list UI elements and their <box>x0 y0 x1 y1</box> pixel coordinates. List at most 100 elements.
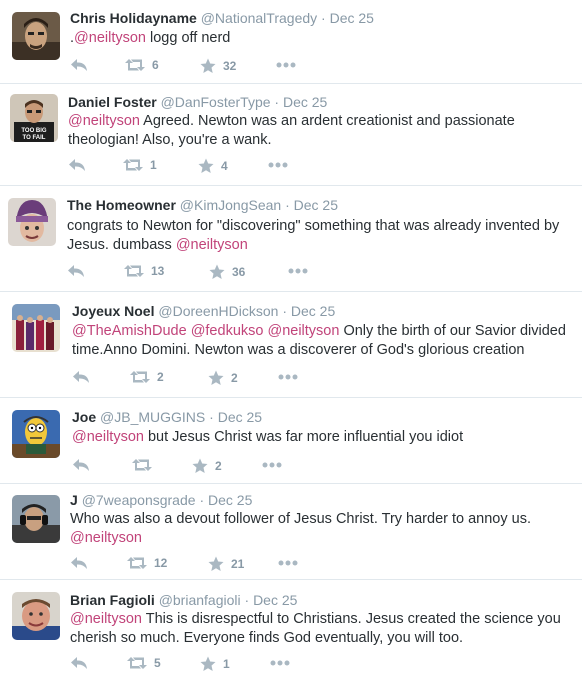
display-name[interactable]: Daniel Foster <box>68 94 157 110</box>
retweet-button[interactable]: 5 <box>127 656 161 670</box>
favorite-count: 36 <box>232 265 246 279</box>
tweet-date[interactable]: Dec 25 <box>218 409 262 425</box>
more-button[interactable] <box>276 62 296 68</box>
tweet-item[interactable]: Joyeux Noel @DoreenHDickson · Dec 25 @Th… <box>0 292 582 398</box>
tweet-text: @TheAmishDude @fedkukso @neiltyson Only … <box>72 322 577 360</box>
svg-text:TOO BIG: TOO BIG <box>21 128 47 134</box>
reply-button[interactable] <box>70 656 88 670</box>
mention-link[interactable]: @neiltyson <box>70 530 142 546</box>
tweet-date[interactable]: Dec 25 <box>253 592 297 608</box>
tweet-item[interactable]: TOO BIG TO FAIL Daniel Foster @DanFoster… <box>0 84 582 186</box>
retweet-button[interactable] <box>132 458 159 472</box>
tweet-date[interactable]: Dec 25 <box>330 10 374 26</box>
separator: · <box>199 492 205 508</box>
retweet-button[interactable]: 1 <box>123 158 157 172</box>
reply-icon <box>71 59 87 71</box>
favorite-count: 1 <box>223 657 230 671</box>
more-icon <box>262 462 282 468</box>
retweet-icon <box>127 657 147 669</box>
mention-link[interactable]: @neiltyson <box>176 237 248 253</box>
more-button[interactable] <box>288 268 308 274</box>
tweet-date[interactable]: Dec 25 <box>208 492 252 508</box>
favorite-button[interactable]: 2 <box>192 458 222 474</box>
mention-link[interactable]: @neiltyson <box>68 113 140 129</box>
avatar[interactable] <box>12 410 60 458</box>
more-button[interactable] <box>268 162 288 168</box>
star-icon <box>200 656 216 671</box>
favorite-button[interactable]: 1 <box>200 656 230 672</box>
separator: · <box>209 409 214 425</box>
reply-icon <box>71 657 87 669</box>
favorite-button[interactable]: 32 <box>200 58 236 74</box>
favorite-count: 32 <box>223 59 237 73</box>
tweet-item[interactable]: Joe @JB_MUGGINS · Dec 25 @neiltyson but … <box>0 398 582 484</box>
avatar[interactable] <box>12 304 60 352</box>
tweet-date[interactable]: Dec 25 <box>294 197 338 213</box>
display-name[interactable]: Brian Fagioli <box>70 592 155 608</box>
tweet-text: Who was also a devout follower of Jesus … <box>70 510 540 548</box>
favorite-button[interactable]: 4 <box>198 158 228 174</box>
display-name[interactable]: J <box>70 492 78 508</box>
more-icon <box>270 660 290 666</box>
retweet-count: 13 <box>151 264 165 278</box>
favorite-count: 2 <box>231 371 238 385</box>
favorite-button[interactable]: 21 <box>208 556 244 572</box>
separator: · <box>244 592 250 608</box>
tweet-text: @neiltyson but Jesus Christ was far more… <box>72 428 577 447</box>
more-button[interactable] <box>262 462 282 468</box>
tweet-item[interactable]: J @7weaponsgrade · Dec 25 Who was also a… <box>0 484 582 580</box>
display-name[interactable]: Joyeux Noel <box>72 303 154 319</box>
tweet-item[interactable]: The Homeowner @KimJongSean · Dec 25 cong… <box>0 186 582 292</box>
avatar[interactable] <box>8 198 56 246</box>
retweet-button[interactable]: 6 <box>125 58 159 72</box>
mention-link[interactable]: @neiltyson <box>267 323 339 339</box>
mention-link[interactable]: @TheAmishDude <box>72 323 187 339</box>
mention-link[interactable]: @neiltyson <box>70 611 142 627</box>
tweet-text-segment: This is disrespectful to Christians. Jes… <box>70 611 561 646</box>
more-button[interactable] <box>270 660 290 666</box>
favorite-button[interactable]: 36 <box>209 264 245 280</box>
retweet-button[interactable]: 12 <box>127 556 167 570</box>
avatar[interactable] <box>12 495 60 543</box>
tweet-item[interactable]: Brian Fagioli @brianfagioli · Dec 25 @ne… <box>0 580 582 682</box>
avatar[interactable]: TOO BIG TO FAIL <box>10 94 58 142</box>
user-handle[interactable]: @JB_MUGGINS <box>100 409 205 425</box>
separator: · <box>282 303 287 319</box>
user-handle[interactable]: @NationalTragedy <box>201 10 317 26</box>
reply-button[interactable] <box>72 370 90 384</box>
display-name[interactable]: Joe <box>72 409 96 425</box>
more-icon <box>278 374 298 380</box>
display-name[interactable]: The Homeowner <box>67 197 176 213</box>
reply-button[interactable] <box>68 158 86 172</box>
mention-link[interactable]: @neiltyson <box>72 429 144 445</box>
mention-link[interactable]: @fedkukso <box>191 323 264 339</box>
user-handle[interactable]: @DoreenHDickson <box>158 303 278 319</box>
tweet-item[interactable]: Chris Holidayname @NationalTragedy · Dec… <box>0 0 582 84</box>
reply-button[interactable] <box>70 58 88 72</box>
retweet-icon <box>132 459 152 471</box>
tweet-date[interactable]: Dec 25 <box>291 303 335 319</box>
user-handle[interactable]: @brianfagioli <box>159 592 241 608</box>
tweet-text: @neiltyson Agreed. Newton was an ardent … <box>68 112 573 150</box>
retweet-button[interactable]: 13 <box>124 264 164 278</box>
star-icon <box>200 58 216 73</box>
more-icon <box>276 62 296 68</box>
more-button[interactable] <box>278 560 298 566</box>
user-handle[interactable]: @7weaponsgrade <box>82 492 196 508</box>
retweet-button[interactable]: 2 <box>130 370 164 384</box>
avatar[interactable] <box>12 12 60 60</box>
reply-button[interactable] <box>70 556 88 570</box>
mention-link[interactable]: @neiltyson <box>74 30 146 46</box>
display-name[interactable]: Chris Holidayname <box>70 10 197 26</box>
reply-button[interactable] <box>67 264 85 278</box>
tweet-date[interactable]: Dec 25 <box>283 94 327 110</box>
reply-button[interactable] <box>72 458 90 472</box>
user-handle[interactable]: @DanFosterType <box>161 94 271 110</box>
tweet-text-segment: congrats to Newton for "discovering" som… <box>67 218 560 253</box>
star-icon <box>208 556 224 571</box>
avatar[interactable] <box>12 592 60 640</box>
more-button[interactable] <box>278 374 298 380</box>
favorite-button[interactable]: 2 <box>208 370 238 386</box>
user-handle[interactable]: @KimJongSean <box>180 197 281 213</box>
reply-icon <box>73 459 89 471</box>
